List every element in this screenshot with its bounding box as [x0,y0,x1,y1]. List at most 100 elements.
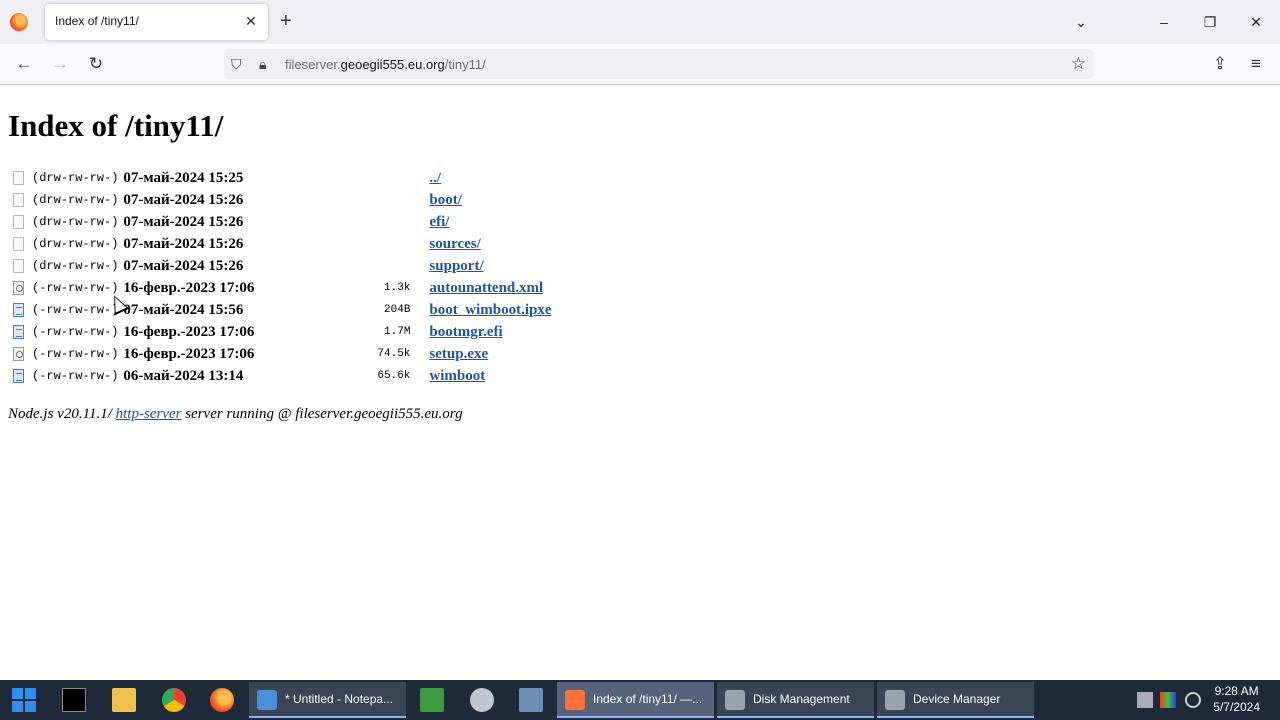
volume-muted-icon[interactable] [1185,692,1201,708]
tab-bar: Index of /tiny11/ ✕ + ⌄ – ❐ ✕ [0,0,1280,44]
minimize-icon[interactable]: – [1154,12,1174,32]
firefox-icon[interactable] [210,688,234,712]
file-icon-cell [8,343,32,365]
terminal-icon[interactable] [62,688,86,712]
reload-icon[interactable]: ↻ [85,53,107,75]
file-size: 204B [384,304,411,316]
file-name-cell: autounattend.xml [429,277,551,299]
snipping-tool-icon[interactable] [470,688,494,712]
file-blank-icon [13,236,24,251]
file-name-cell: boot/ [429,189,551,211]
permissions: (-rw-rw-rw-) [32,325,119,339]
tab-active[interactable]: Index of /tiny11/ ✕ [45,4,268,40]
back-icon[interactable]: ← [13,53,35,75]
file-doc-icon [13,324,24,339]
file-name-cell: bootmgr.efi [429,321,551,343]
url-host: geoegii555.eu.org [340,57,445,72]
table-row: (-rw-rw-rw-) 16-февр.-2023 17:06 1.3k autou… [8,277,552,299]
clock[interactable]: 9:28 AM 5/7/2024 [1213,683,1260,715]
menu-icon[interactable]: ≡ [1245,53,1267,75]
footer-suffix: server running @ fileserver.geoegii555.e… [181,406,463,422]
footer-prefix: Node.js v20.11.1/ [8,406,116,422]
firefox-icon[interactable] [10,13,28,31]
calculator-icon[interactable] [519,688,543,712]
file-size: 1.3k [384,282,411,294]
file-name-cell: setup.exe [429,343,551,365]
file-xml-icon [13,346,24,361]
file-link[interactable]: autounattend.xml [429,280,543,296]
file-icon-cell [8,321,32,343]
file-icon-cell [8,365,32,387]
url-text[interactable]: fileserver.geoegii555.eu.org/tiny11/ [285,57,486,72]
url-bar[interactable]: ⛉ 🔒︎ fileserver.geoegii555.eu.org/tiny11… [224,49,1094,79]
restore-icon[interactable]: ❐ [1200,12,1220,32]
modified-date: 16-февр.-2023 17:06 [123,279,255,296]
file-link[interactable]: sources/ [429,236,480,252]
file-link[interactable]: bootmgr.efi [429,324,502,340]
file-icon-cell [8,233,32,255]
clock-date: 5/7/2024 [1213,700,1260,714]
file-blank-icon [13,170,24,185]
file-icon-cell [8,211,32,233]
modified-date: 07-май-2024 15:26 [123,213,244,230]
http-server-link[interactable]: http-server [116,406,182,422]
file-icon-cell [8,189,32,211]
lock-icon[interactable]: 🔒︎ [259,55,266,73]
network-icon[interactable] [1137,692,1153,708]
taskbar-app-label: Device Manager [913,692,1001,706]
url-path: /tiny11/ [444,57,486,72]
start-button[interactable] [12,688,36,712]
table-row: (-rw-rw-rw-) 06-май-2024 13:14 65.6k wimboo… [8,365,552,387]
file-link[interactable]: wimboot [429,368,485,384]
new-tab-button[interactable]: + [280,11,292,31]
file-link[interactable]: efi/ [429,214,449,230]
taskbar-app-button[interactable]: Disk Management [717,682,874,718]
extensions-icon[interactable]: ⇪ [1209,53,1231,75]
permissions: (-rw-rw-rw-) [32,347,119,361]
file-doc-icon [13,302,24,317]
table-row: (drw-rw-rw-) 07-май-2024 15:26 boot/ [8,189,552,211]
shield-icon[interactable]: ⛉ [231,55,242,73]
taskbar-app-label: Index of /tiny11/ —... [593,692,703,706]
modified-date: 07-май-2024 15:26 [123,257,244,274]
file-link[interactable]: support/ [429,258,483,274]
file-blank-icon [13,258,24,273]
tab-close-icon[interactable]: ✕ [242,12,260,30]
file-name-cell: boot_wimboot.ipxe [429,299,551,321]
modified-date: 07-май-2024 15:26 [123,235,244,252]
file-size: 65.6k [377,370,411,382]
chrome-icon[interactable] [162,688,186,712]
list-tabs-icon[interactable]: ⌄ [1071,12,1091,32]
modified-date: 07-май-2024 15:26 [123,191,244,208]
bookmark-star-icon[interactable]: ☆ [1071,54,1086,74]
permissions: (drw-rw-rw-) [32,215,119,229]
file-size: 1.7M [384,326,411,338]
file-link[interactable]: ../ [429,170,441,186]
disk-management-icon [725,690,745,710]
file-link[interactable]: boot/ [429,192,462,208]
color-profile-icon[interactable] [1160,692,1176,708]
taskbar-app-button[interactable]: Index of /tiny11/ —... [557,682,714,718]
file-xml-icon [13,280,24,295]
file-explorer-icon[interactable] [112,688,136,712]
device-manager-icon [885,690,905,710]
file-name-cell: ../ [429,167,551,189]
table-row: (drw-rw-rw-) 07-май-2024 15:26 sources/ [8,233,552,255]
file-size [283,211,429,233]
table-row: (drw-rw-rw-) 07-май-2024 15:26 support/ [8,255,552,277]
file-link[interactable]: setup.exe [429,346,488,362]
file-doc-icon [13,368,24,383]
file-listing: (drw-rw-rw-) 07-май-2024 15:25 ../(drw-rw-… [8,167,552,387]
taskbar-app-button[interactable]: * Untitled - Notepa... [249,682,406,718]
file-name-cell: support/ [429,255,551,277]
permissions: (drw-rw-rw-) [32,259,119,273]
file-name-cell: efi/ [429,211,551,233]
nav-bar: ← → ↻ ⛉ 🔒︎ fileserver.geoegii555.eu.org/… [0,44,1280,85]
taskbar-app-label: Disk Management [753,692,850,706]
spreadsheet-icon[interactable] [420,688,444,712]
file-icon-cell [8,277,32,299]
taskbar-app-button[interactable]: Device Manager [877,682,1034,718]
forward-icon[interactable]: → [49,53,71,75]
close-window-icon[interactable]: ✕ [1246,12,1266,32]
file-link[interactable]: boot_wimboot.ipxe [429,302,551,318]
